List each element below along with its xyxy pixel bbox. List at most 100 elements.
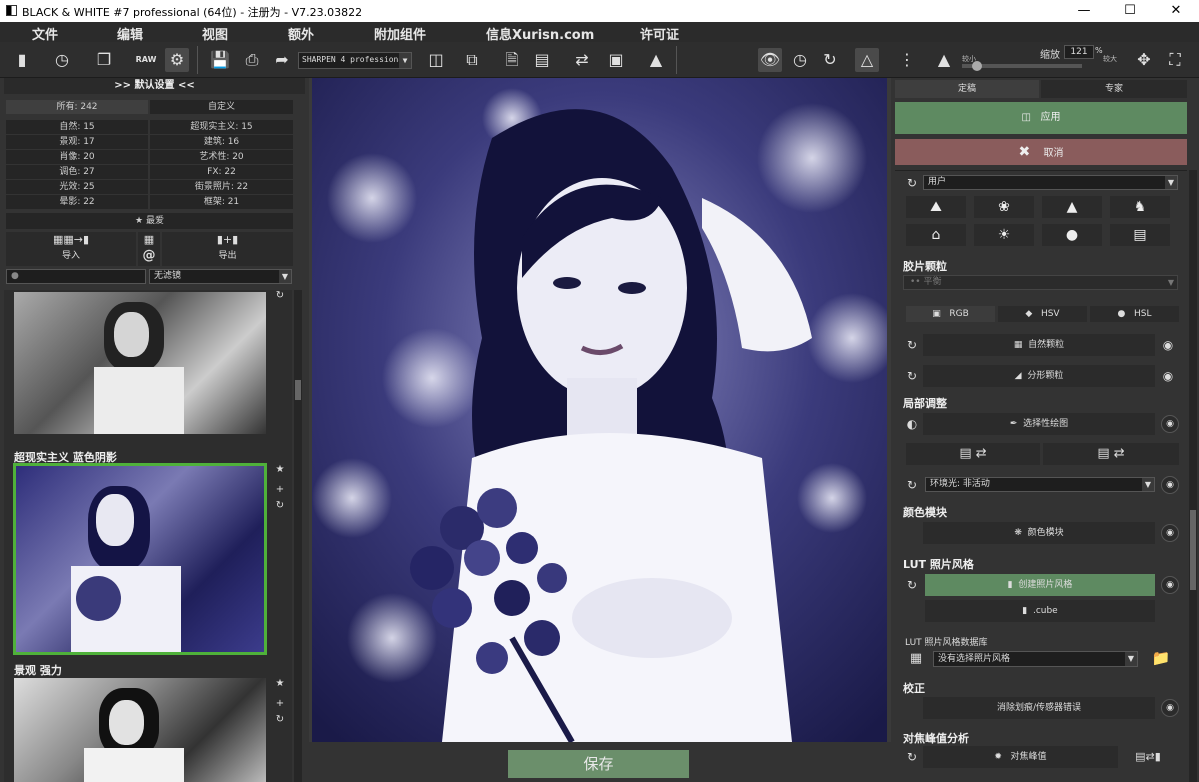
menu-info[interactable]: 信息Xurisn.com [486,24,594,43]
vignette-swap-button[interactable]: ▤ ⇄ [1043,443,1179,465]
menu-license[interactable]: 许可证 [640,24,679,43]
history-icon[interactable]: ◷ [50,48,74,72]
printer-layout-icon[interactable]: ▤ [530,48,554,72]
fit-screen-icon[interactable]: ⛶ [1163,48,1187,72]
add-plus-icon[interactable]: + [274,484,286,495]
natural-grain-button[interactable]: ▦ 自然颗粒 [923,334,1155,356]
favorite-star-icon[interactable]: ★ [274,464,286,475]
grain-hsv-button[interactable]: ◆ HSV [998,306,1087,322]
focus-peak-button[interactable]: ✹ 对焦峰值 [923,746,1118,768]
raw-icon[interactable]: RAW [134,48,158,72]
cat-portrait[interactable]: 肖像: 20 [6,150,148,164]
batch-icon[interactable]: ⧉ [460,48,484,72]
refresh-icon[interactable]: ↻ [274,714,286,725]
visibility-eye-icon[interactable]: ◉ [1161,524,1179,542]
grain-type-select[interactable]: •• 平衡 ▼ [903,275,1178,290]
fractal-grain-button[interactable]: ◢ 分形颗粒 [923,365,1155,387]
settings-gear-icon[interactable]: ⚙ [165,48,189,72]
refresh-icon[interactable]: ↻ [903,174,921,192]
menu-addons[interactable]: 附加组件 [374,24,426,43]
refresh-icon[interactable]: ↻ [903,367,921,385]
grain-rgb-button[interactable]: ▣ RGB [906,306,995,322]
flip-icon[interactable]: ▲ [932,48,956,72]
sharpen-select[interactable]: SHARPEN 4 professional ▼ [298,52,412,69]
preview-image[interactable] [312,78,887,742]
save-disk-icon[interactable]: 💾 [208,48,232,72]
visibility-eye-icon[interactable]: ◉ [1161,699,1179,717]
tab-custom[interactable]: 自定义 [150,100,293,114]
add-plus-icon[interactable]: + [274,698,286,709]
scrollbar-thumb[interactable] [1190,510,1196,590]
menu-file[interactable]: 文件 [32,24,58,43]
cat-vignette[interactable]: 晕影: 22 [6,195,148,209]
sphere-toggle-icon[interactable]: ◉ [1159,367,1177,385]
new-file-icon[interactable]: ▮ [10,48,34,72]
export-menu-icon[interactable]: ◫ [424,48,448,72]
scrollbar-thumb[interactable] [295,380,301,400]
email-button[interactable]: ▦ @ [138,232,160,266]
remove-dust-button[interactable]: 消除划痕/传感器错误 [923,697,1155,719]
settings-scrollbar[interactable] [1189,170,1197,782]
color-module-button[interactable]: ❋ 颜色模块 [923,522,1155,544]
favorites-button[interactable]: ★ 最爱 [6,213,293,229]
save-button[interactable]: 保存 [508,750,689,778]
filter-select[interactable]: 无滤镜 ▼ [149,269,292,284]
visibility-eye-icon[interactable]: ◉ [1161,476,1179,494]
cat-street[interactable]: 街景照片: 22 [150,180,293,194]
cat-landscape[interactable]: 景观: 17 [6,135,148,149]
refresh-icon[interactable]: ↻ [903,476,921,494]
preset-scrollbar[interactable] [294,290,302,782]
document-icon[interactable]: ▤ [1110,224,1170,246]
person-icon[interactable]: ● [1042,224,1102,246]
cat-toning[interactable]: 调色: 27 [6,165,148,179]
zoom-slider[interactable] [962,61,1082,71]
menu-extra[interactable]: 额外 [288,24,314,43]
create-style-button[interactable]: ▮ 创建照片风格 [925,574,1155,596]
menu-view[interactable]: 视图 [202,24,228,43]
favorite-star-icon[interactable]: ★ [274,678,286,689]
zoom-slider-handle[interactable] [972,61,982,71]
grain-hsl-button[interactable]: ● HSL [1090,306,1179,322]
preset-thumbnail-3[interactable] [14,678,266,782]
cat-architecture[interactable]: 建筑: 16 [150,135,293,149]
mountain-icon[interactable]: ▲ [1042,196,1102,218]
gradient-swap-button[interactable]: ▤ ⇄ [906,443,1040,465]
import-button[interactable]: ▦▦→▮ 导入 [6,232,136,266]
minimize-button[interactable]: — [1061,0,1107,22]
refresh-icon[interactable]: ↻ [903,336,921,354]
refresh-icon[interactable]: ↻ [274,290,286,301]
refresh-icon[interactable]: ↻ [903,576,921,594]
selective-paint-button[interactable]: ✒ 选择性绘图 [923,413,1155,435]
lut-style-select[interactable]: 没有选择照片风格 ▼ [933,651,1138,667]
refresh-icon[interactable]: ↻ [903,748,921,766]
cat-artistic[interactable]: 艺术性: 20 [150,150,293,164]
cat-fx[interactable]: FX: 22 [150,165,293,179]
compare-time-icon[interactable]: ◷ [788,48,812,72]
visibility-eye-icon[interactable]: ◉ [1161,576,1179,594]
compare-icon[interactable]: ⇄ [570,48,594,72]
navigation-arrows-icon[interactable]: ✥ [1132,48,1156,72]
preset-thumbnail-2-selected[interactable] [13,463,267,655]
building-icon[interactable]: ⌂ [906,224,966,246]
preview-eye-icon[interactable]: 👁 [758,48,782,72]
close-button[interactable]: ✕ [1153,0,1199,22]
refresh-icon[interactable]: ↻ [274,500,286,511]
zoom-input[interactable]: 121 [1064,45,1094,59]
cat-light[interactable]: 光效: 25 [6,180,148,194]
histogram-icon[interactable]: ▲ [644,48,668,72]
cube-file-button[interactable]: ▮ .cube [925,600,1155,622]
split-view-icon[interactable]: △ [855,48,879,72]
landscape-icon[interactable]: ⛰ [906,196,966,218]
ambient-light-select[interactable]: 环境光: 非活动 ▼ [925,477,1155,492]
preset-thumbnail-1[interactable] [14,292,266,434]
print-icon[interactable]: ⎙ [240,48,264,72]
lut-grid-icon[interactable]: ▦ [907,650,925,668]
flower-icon[interactable]: ❀ [974,196,1034,218]
sphere-toggle-icon[interactable]: ◉ [1159,336,1177,354]
focus-extra-icons[interactable]: ▤⇄▮ [1123,748,1173,766]
nav-icon[interactable]: ⋮ [895,48,919,72]
document-icon[interactable]: 🗎 [500,48,524,72]
redo-icon[interactable]: ↻ [818,48,842,72]
folder-icon[interactable]: 📁 [1149,649,1173,667]
cancel-button[interactable]: ✖ 取消 [895,139,1187,165]
